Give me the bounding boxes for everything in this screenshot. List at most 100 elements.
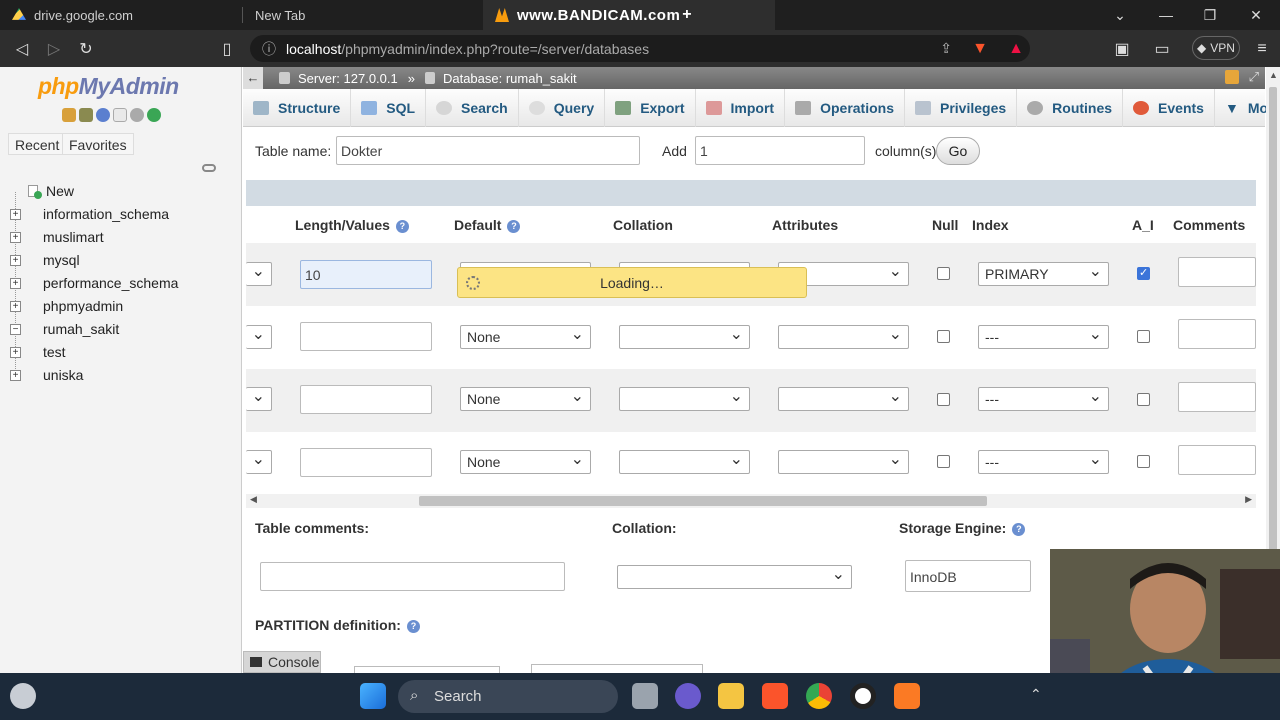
collation-select[interactable]	[619, 449, 750, 474]
back-icon[interactable]: ◁	[10, 37, 34, 61]
tab-structure[interactable]: Structure	[243, 88, 352, 127]
null-checkbox[interactable]	[937, 330, 950, 343]
sidebar-toggle-icon[interactable]: ▣	[1110, 37, 1134, 61]
help-icon[interactable]: ?	[1012, 522, 1026, 536]
expand-icon[interactable]: +	[10, 369, 21, 381]
console-toggle[interactable]: Console	[243, 651, 321, 673]
tree-item-db[interactable]: + mysql	[10, 250, 80, 270]
windows-start-icon[interactable]	[360, 683, 386, 709]
default-select[interactable]: None	[460, 386, 591, 411]
add-columns-input[interactable]: 1	[695, 136, 865, 165]
tab-sql[interactable]: SQL	[351, 88, 427, 127]
collapse-nav-icon[interactable]: ←	[243, 67, 263, 89]
type-select[interactable]	[246, 386, 272, 411]
minimize-icon[interactable]: —	[1146, 0, 1186, 30]
phpmyadmin-logo[interactable]: phpMyAdmin	[38, 73, 179, 100]
attributes-select[interactable]	[778, 324, 909, 349]
collation-select[interactable]	[619, 324, 750, 349]
ai-checkbox[interactable]	[1137, 330, 1150, 343]
close-icon[interactable]: ✕	[1236, 0, 1276, 30]
tab-routines[interactable]: Routines	[1017, 88, 1124, 127]
partition-input[interactable]	[531, 664, 703, 673]
length-input[interactable]	[300, 385, 432, 414]
length-input[interactable]	[300, 322, 432, 351]
collation-select[interactable]	[619, 386, 750, 411]
tab-import[interactable]: Import	[696, 88, 786, 127]
expand-icon[interactable]: +	[10, 346, 21, 358]
tree-item-db-active[interactable]: − rumah_sakit	[10, 319, 119, 339]
index-select[interactable]: PRIMARY	[978, 261, 1109, 286]
new-tab-plus-icon[interactable]: +	[682, 6, 691, 24]
tree-item-new[interactable]: New	[10, 181, 74, 201]
comments-input[interactable]	[1178, 319, 1256, 349]
tray-chevron-icon[interactable]: ⌃	[1030, 686, 1042, 703]
default-select[interactable]: None	[460, 449, 591, 474]
brave-shield-icon[interactable]: ▼	[968, 37, 992, 61]
tree-item-db[interactable]: + muslimart	[10, 227, 104, 247]
vpn-button[interactable]: ◆ VPN	[1192, 36, 1240, 60]
logout-icon[interactable]	[79, 108, 93, 122]
tab-privileges[interactable]: Privileges	[905, 88, 1018, 127]
reload-nav-icon[interactable]	[147, 108, 161, 122]
tab-export[interactable]: Export	[605, 88, 696, 127]
tab-search-chevron-icon[interactable]: ⌄	[1100, 0, 1140, 30]
brave-rewards-icon[interactable]: ▲	[1004, 37, 1028, 61]
menu-icon[interactable]: ≡	[1250, 37, 1274, 61]
link-chain-icon[interactable]	[202, 164, 216, 172]
share-icon[interactable]: ⇪	[940, 40, 952, 57]
maximize-icon[interactable]: ⤢	[1249, 69, 1259, 85]
brave-browser-icon[interactable]	[762, 683, 788, 709]
length-input[interactable]: 10	[300, 260, 432, 289]
breadcrumb-server[interactable]: Server: 127.0.0.1	[298, 71, 398, 86]
taskbar-search[interactable]: ⌕ Search	[398, 680, 618, 713]
null-checkbox[interactable]	[937, 393, 950, 406]
attributes-select[interactable]	[778, 449, 909, 474]
tab-drive[interactable]: drive.google.com	[0, 0, 242, 30]
forward-icon[interactable]: ▷	[42, 37, 66, 61]
table-comments-input[interactable]	[260, 562, 565, 591]
site-info-icon[interactable]: ⓘ	[262, 39, 276, 59]
expand-icon[interactable]: +	[10, 277, 21, 289]
go-button[interactable]: Go	[936, 137, 980, 165]
tab-operations[interactable]: Operations	[785, 88, 905, 127]
tab-events[interactable]: Events	[1123, 88, 1215, 127]
home-icon[interactable]	[62, 108, 76, 122]
ai-checkbox[interactable]	[1137, 455, 1150, 468]
default-select[interactable]: None	[460, 324, 591, 349]
tree-item-db[interactable]: + phpmyadmin	[10, 296, 123, 316]
null-checkbox[interactable]	[937, 455, 950, 468]
length-input[interactable]	[300, 448, 432, 477]
expand-icon[interactable]: +	[10, 208, 21, 220]
weather-icon[interactable]	[10, 683, 36, 709]
scrollbar-thumb[interactable]	[419, 496, 987, 506]
scrollbar-thumb[interactable]	[1269, 87, 1277, 587]
type-select[interactable]	[246, 449, 272, 474]
type-select[interactable]	[246, 324, 272, 349]
help-icon[interactable]	[96, 108, 110, 122]
ai-checkbox[interactable]	[1137, 393, 1150, 406]
comments-input[interactable]	[1178, 445, 1256, 475]
chrome-icon[interactable]	[806, 683, 832, 709]
null-checkbox[interactable]	[937, 267, 950, 280]
xampp-icon[interactable]	[894, 683, 920, 709]
collapse-icon[interactable]: −	[10, 323, 21, 335]
breadcrumb-database[interactable]: Database: rumah_sakit	[443, 71, 577, 86]
comments-input[interactable]	[1178, 382, 1256, 412]
tree-item-db[interactable]: + information_schema	[10, 204, 169, 224]
scroll-left-icon[interactable]: ◀	[250, 494, 257, 505]
bandicam-record-icon[interactable]	[850, 683, 876, 709]
tree-item-db[interactable]: + test	[10, 342, 66, 362]
address-bar[interactable]: ⓘ localhost/phpmyadmin/index.php?route=/…	[250, 35, 1030, 62]
vertical-scrollbar[interactable]: ▲	[1266, 67, 1280, 587]
storage-engine-select[interactable]: InnoDB	[905, 560, 1031, 592]
horizontal-scrollbar[interactable]: ◀ ▶	[246, 494, 1256, 508]
docs-icon[interactable]	[113, 108, 127, 122]
help-icon[interactable]: ?	[507, 219, 521, 233]
attributes-select[interactable]	[778, 386, 909, 411]
index-select[interactable]: ---	[978, 449, 1109, 474]
teams-chat-icon[interactable]	[675, 683, 701, 709]
comments-input[interactable]	[1178, 257, 1256, 287]
table-name-input[interactable]: Dokter	[336, 136, 640, 165]
reload-icon[interactable]: ↻	[74, 37, 98, 61]
wallet-icon[interactable]: ▭	[1150, 37, 1174, 61]
